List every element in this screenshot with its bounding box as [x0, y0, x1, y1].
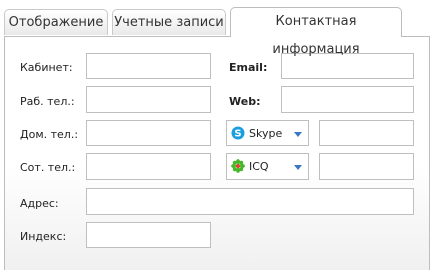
work-phone-label: Раб. тел.: [20, 95, 75, 108]
tab-display[interactable]: Отображение [4, 9, 108, 35]
icq-input[interactable] [319, 153, 414, 180]
icq-select-label: ICQ [249, 160, 269, 173]
svg-text:S: S [234, 129, 241, 140]
work-phone-input[interactable] [86, 86, 211, 113]
tab-accounts[interactable]: Учетные записи [112, 9, 226, 35]
cabinet-input[interactable] [86, 53, 211, 79]
tab-contact-info[interactable]: Контактная информация [230, 7, 402, 57]
address-input[interactable] [86, 188, 414, 215]
chevron-down-icon [294, 132, 302, 137]
icq-icon [231, 159, 245, 173]
email-label: Email: [229, 61, 268, 74]
messenger-select-icq[interactable]: ICQ [226, 153, 309, 180]
contact-info-panel: Кабинет: Раб. тел.: Дом. тел.: Сот. тел.… [4, 36, 430, 270]
tab-bar: Отображение Учетные записи Контактная ин… [0, 0, 434, 57]
index-label: Индекс: [20, 230, 67, 243]
index-input[interactable] [86, 222, 211, 248]
home-phone-label: Дом. тел.: [20, 128, 79, 141]
skype-input[interactable] [319, 120, 414, 146]
web-input[interactable] [281, 86, 414, 113]
home-phone-input[interactable] [86, 120, 211, 146]
messenger-select-skype[interactable]: S Skype [226, 120, 309, 146]
skype-select-label: Skype [249, 127, 283, 140]
cabinet-label: Кабинет: [20, 61, 73, 74]
address-label: Адрес: [20, 197, 59, 210]
mobile-phone-input[interactable] [86, 153, 211, 180]
web-label: Web: [229, 95, 261, 108]
chevron-down-icon [294, 165, 302, 170]
mobile-phone-label: Сот. тел.: [20, 161, 76, 174]
skype-icon: S [231, 126, 245, 140]
